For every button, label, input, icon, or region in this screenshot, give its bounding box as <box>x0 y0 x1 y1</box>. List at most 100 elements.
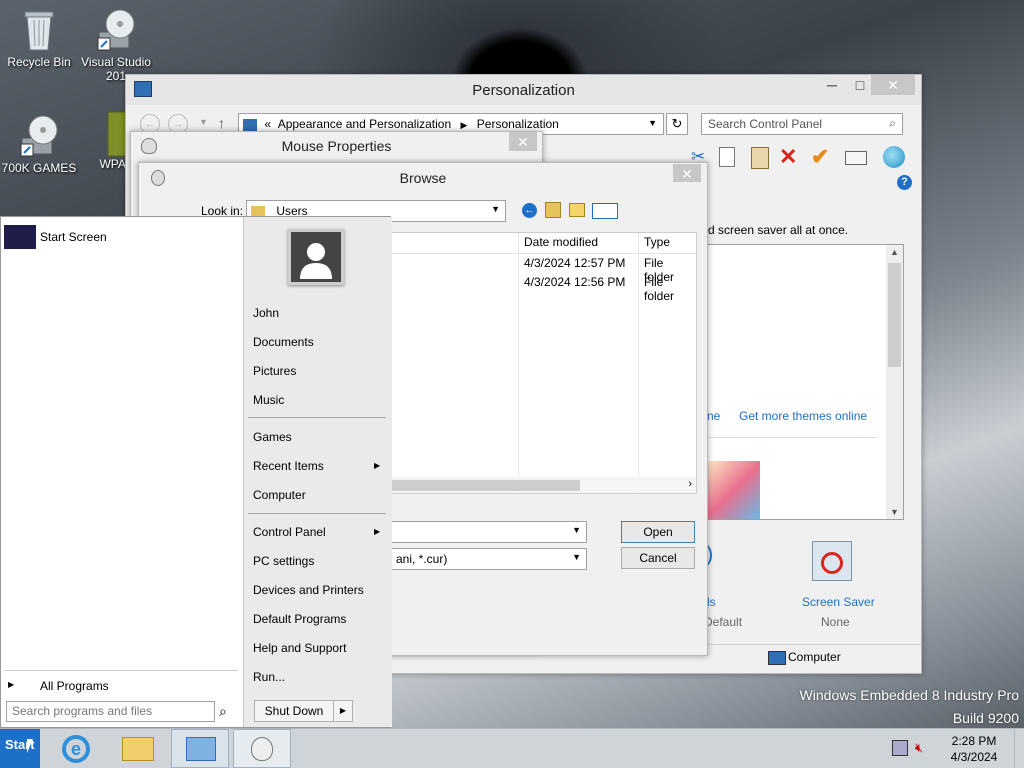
taskbar-file-explorer[interactable] <box>110 729 168 768</box>
cd-drive-icon <box>19 114 59 158</box>
checkmark-icon[interactable]: ✔ <box>811 144 829 170</box>
paste-icon[interactable] <box>751 147 769 169</box>
file-type-select[interactable]: ani, *.cur) ▼ <box>389 548 587 570</box>
chevron-down-icon[interactable]: ▼ <box>199 117 208 127</box>
chevron-right-icon: ▶ <box>8 680 15 689</box>
table-row[interactable]: 4/3/2024 12:57 PM File folder <box>390 256 696 284</box>
no-entry-icon <box>821 552 843 574</box>
delete-icon[interactable]: ✕ <box>779 144 797 170</box>
user-avatar[interactable] <box>288 229 344 285</box>
up-folder-icon[interactable] <box>545 202 561 218</box>
start-item-default-programs[interactable]: Default Programs <box>253 612 346 626</box>
desktop-icon-visual-studio[interactable]: Visual Studio 201 <box>78 8 154 83</box>
screen-saver-label[interactable]: Screen Saver <box>802 595 875 609</box>
taskbar-control-panel[interactable] <box>171 729 229 768</box>
status-computer: Computer <box>788 650 841 664</box>
cursor-icon <box>27 739 33 753</box>
computer-icon <box>768 651 786 665</box>
start-item-pc-settings[interactable]: PC settings <box>253 554 314 568</box>
start-menu-left-pane <box>1 217 243 727</box>
chevron-right-icon: ▶ <box>374 527 381 536</box>
breadcrumb-personalization[interactable]: Personalization <box>477 117 559 131</box>
start-item-computer[interactable]: Computer <box>253 488 306 502</box>
start-search-input[interactable]: Search programs and files <box>6 701 215 722</box>
start-item-pictures[interactable]: Pictures <box>253 364 296 378</box>
clock-time: 2:28 PM <box>951 734 997 748</box>
scrollbar-thumb[interactable] <box>390 480 580 491</box>
internet-explorer-icon: e <box>62 735 90 763</box>
personalization-description: d screen saver all at once. <box>708 223 849 237</box>
mouse-icon <box>251 737 273 761</box>
start-item-recent-items[interactable]: Recent Items <box>253 459 324 473</box>
close-button[interactable]: ✕ <box>673 164 701 182</box>
network-icon[interactable] <box>892 740 908 756</box>
properties-icon[interactable] <box>845 151 867 165</box>
clock[interactable]: 2:28 PM 4/3/2024 <box>946 733 1002 765</box>
column-type[interactable]: Type <box>644 235 670 249</box>
new-folder-icon[interactable] <box>569 203 585 217</box>
close-button[interactable]: ✕ <box>509 132 537 151</box>
get-more-themes-link[interactable]: Get more themes online <box>739 409 867 423</box>
screen-saver-value: None <box>821 615 850 629</box>
column-date-modified[interactable]: Date modified <box>524 235 598 249</box>
window-title: Mouse Properties <box>281 138 392 154</box>
start-item-control-panel[interactable]: Control Panel <box>253 525 326 539</box>
toolbar: ✂ ✕ ✔ <box>671 144 921 171</box>
start-item-documents[interactable]: Documents <box>253 335 314 349</box>
scrollbar-thumb[interactable] <box>888 263 901 367</box>
desktop-icon-700k-games[interactable]: 700K GAMES <box>1 114 77 175</box>
sounds-label[interactable]: ls <box>707 595 716 609</box>
open-button[interactable]: Open <box>621 521 695 543</box>
window-title: Browse <box>399 170 447 186</box>
show-desktop-button[interactable] <box>1014 729 1024 768</box>
taskbar-mouse-properties[interactable] <box>233 729 291 768</box>
window-title: Personalization <box>472 82 575 99</box>
search-icon: ⌕ <box>889 116 896 130</box>
views-icon[interactable] <box>592 203 618 219</box>
start-item-music[interactable]: Music <box>253 393 284 407</box>
search-input[interactable]: Search Control Panel ⌕ <box>701 113 903 135</box>
scrollbar[interactable]: ▲ ▼ <box>886 245 903 519</box>
copy-icon[interactable] <box>719 147 735 167</box>
cancel-button[interactable]: Cancel <box>621 547 695 569</box>
globe-icon[interactable] <box>883 146 905 168</box>
start-item-help-support[interactable]: Help and Support <box>253 641 346 655</box>
start-button[interactable]: Start <box>0 729 40 768</box>
start-item-games[interactable]: Games <box>253 430 292 444</box>
maximize-button[interactable]: □ <box>846 75 874 95</box>
volume-muted-icon[interactable]: 🔇︎ <box>915 740 923 756</box>
screen-saver-icon[interactable] <box>812 541 852 581</box>
help-icon[interactable]: ? <box>897 175 912 190</box>
recycle-bin-icon <box>19 8 59 52</box>
shutdown-button[interactable]: Shut Down <box>254 700 334 722</box>
start-item-run[interactable]: Run... <box>253 670 285 684</box>
horizontal-scrollbar[interactable]: › <box>390 477 696 493</box>
shutdown-options-button[interactable]: ▶ <box>333 700 353 722</box>
start-item-user[interactable]: John <box>253 306 279 320</box>
close-button[interactable]: ✕ <box>871 75 915 95</box>
user-icon <box>300 243 332 279</box>
search-icon[interactable]: ⌕ <box>219 703 227 720</box>
up-button[interactable]: ↑ <box>218 115 225 131</box>
breadcrumb-appearance[interactable]: Appearance and Personalization <box>278 117 451 131</box>
file-list[interactable]: Date modified Type 4/3/2024 12:57 PM Fil… <box>389 232 697 495</box>
file-name-field[interactable]: ▼ <box>389 521 587 543</box>
breadcrumb-separator: « <box>264 117 272 131</box>
theme-link-partial[interactable]: ne <box>707 409 720 423</box>
desktop-icon-recycle-bin[interactable]: Recycle Bin <box>1 8 77 69</box>
refresh-icon[interactable]: ↻ <box>666 113 688 135</box>
control-panel-icon <box>186 737 216 761</box>
back-icon[interactable]: ← <box>522 203 537 218</box>
table-row[interactable]: 4/3/2024 12:56 PM File folder <box>390 275 696 303</box>
taskbar-internet-explorer[interactable]: e <box>48 729 106 768</box>
chevron-down-icon[interactable]: ▼ <box>648 118 657 128</box>
all-programs-item[interactable]: ▶ All Programs <box>6 678 236 696</box>
chevron-down-icon: ▼ <box>572 525 581 535</box>
minimize-button[interactable]: ─ <box>818 75 846 95</box>
start-item-devices-printers[interactable]: Devices and Printers <box>253 583 364 597</box>
cd-drive-icon <box>96 8 136 52</box>
status-bar: Computer <box>676 644 921 670</box>
start-screen-item[interactable]: Start Screen <box>4 225 240 249</box>
desktop-background-thumbnail[interactable] <box>708 461 760 519</box>
os-watermark: Windows Embedded 8 Industry Pro Build 92… <box>799 687 1019 726</box>
